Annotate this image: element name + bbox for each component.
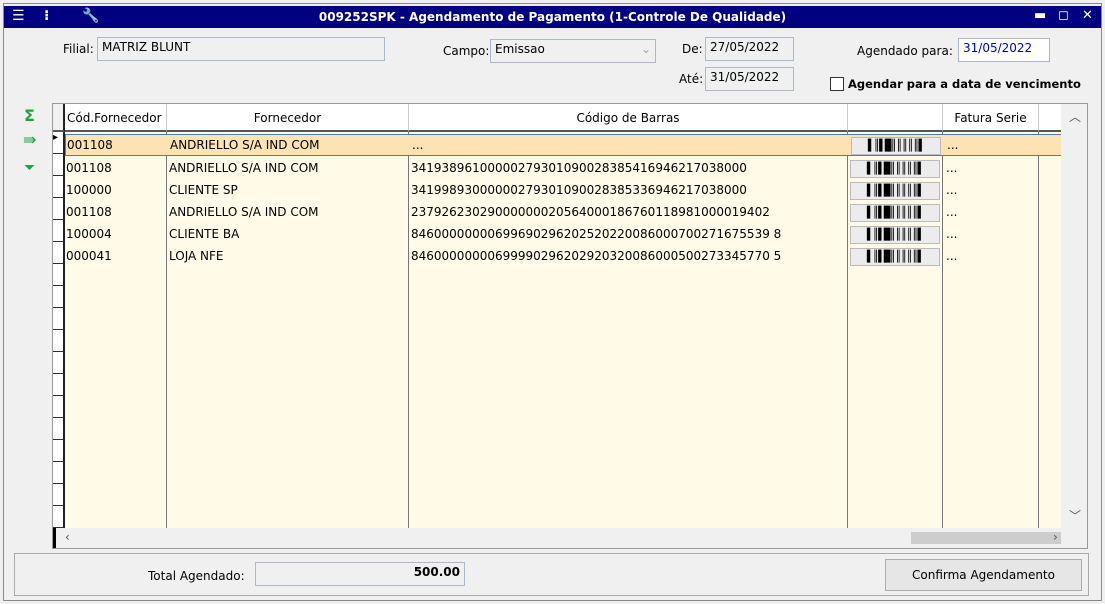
export-icon[interactable]: ⇛ [23,130,36,149]
cell-cod: 001108 [66,205,112,219]
vencimento-label: Agendar para a data de vencimento [848,77,1081,91]
cell-fatura: ... [947,138,959,152]
cell-fornecedor: ANDRIELLO S/A IND COM [169,205,319,219]
sum-icon[interactable]: Σ [24,106,35,125]
table-row[interactable]: 001108 ANDRIELLO S/A IND COM...... ▌║▌█║║║… [65,134,1063,156]
cell-barras: 8460000000069969029620252022008600070027… [411,227,782,241]
cell-fornecedor: ANDRIELLO S/A IND COM [170,138,320,152]
indicator-header [53,104,65,132]
cell-cod: 100004 [66,227,112,241]
ate-input[interactable]: 31/05/2022 [705,67,794,91]
row-indicator[interactable] [53,462,63,484]
confirm-button[interactable]: Confirma Agendamento [885,559,1082,591]
window-title: 009252SPK - Agendamento de Pagamento (1-… [318,10,787,24]
chevron-down-icon: ⌄ [640,42,651,56]
campo-value: Emissao [495,42,545,56]
cell-barras: 3419389610000027930109002838541694621703… [411,161,747,175]
filial-label: Filial: [63,42,94,56]
header-cod[interactable]: Cód.Fornecedor [65,104,167,132]
header-fornecedor[interactable]: Fornecedor [167,104,409,132]
cell-cod: 001108 [67,138,113,152]
data-grid: Cód.Fornecedor Fornecedor Código de Barr… [52,103,1088,549]
barcode-button[interactable]: ▌║▌█║║║║║▌ [850,226,940,244]
cell-fatura: ... [946,227,958,241]
scroll-thumb[interactable] [911,532,1061,544]
campo-label: Campo: [443,44,490,58]
row-indicator[interactable] [53,330,63,352]
cell-barras: ... [412,138,424,152]
row-indicator[interactable] [53,308,63,330]
cell-fornecedor: CLIENTE SP [169,183,238,197]
header-fatura[interactable]: Fatura Serie [943,104,1039,132]
header-barcode[interactable] [848,104,943,132]
barcode-button[interactable]: ▌║▌█║║║║║▌ [850,160,940,178]
row-indicator[interactable] [53,484,63,506]
close-button[interactable]: ✕ [1082,8,1093,23]
scroll-left-icon[interactable]: ‹ [65,530,70,544]
barcode-button[interactable]: ▌║▌█║║║║║▌ [850,182,940,200]
header-barras[interactable]: Código de Barras [409,104,848,132]
row-indicator[interactable] [53,506,63,528]
scroll-down-icon[interactable]: ﹀ [1069,507,1081,524]
vencimento-checkbox[interactable] [830,77,844,91]
cell-fatura: ... [946,161,958,175]
filter-icon[interactable]: ⏷ [24,160,35,176]
cell-barras: 2379262302900000002056400018676011898100… [411,205,770,219]
table-row[interactable]: 100000 CLIENTE SP 341998930000002793010900… [53,180,1063,202]
cell-fatura: ... [946,183,958,197]
barcode-button[interactable]: ▌║▌█║║║║║▌ [851,137,941,155]
de-input[interactable]: 27/05/2022 [705,37,794,61]
maximize-button[interactable]: ◻ [1058,8,1069,23]
scroll-up-icon[interactable]: ︿ [1069,108,1081,125]
minimize-button[interactable]: ▬ [1034,8,1046,23]
ate-label: Até: [679,72,704,86]
cell-fornecedor: CLIENTE BA [169,227,240,241]
row-indicator[interactable] [53,418,63,440]
campo-select[interactable]: Emissao ⌄ [490,39,656,63]
row-indicator[interactable] [53,286,63,308]
total-value: 500.00 [255,562,465,586]
cell-barras: 8460000000069999029620292032008600050027… [411,249,782,263]
cell-cod: 100000 [66,183,112,197]
filial-input[interactable]: MATRIZ BLUNT [97,37,385,61]
row-indicator[interactable] [53,396,63,418]
row-indicator[interactable] [53,374,63,396]
title-bar: ☰ ⁝ 🔧 009252SPK - Agendamento de Pagamen… [4,6,1101,28]
row-indicator[interactable] [53,440,63,462]
cell-fornecedor: LOJA NFE [169,249,224,263]
table-row[interactable]: 001108 ANDRIELLO S/A IND COM 2379262302900… [53,202,1063,224]
header-extra [1039,104,1063,132]
horizontal-scrollbar[interactable]: ‹ › [53,528,1087,548]
table-row[interactable]: 000041 LOJA NFE 84600000000699990296202920… [53,246,1063,268]
scroll-right-icon[interactable]: › [1053,530,1058,544]
de-label: De: [682,42,703,56]
barcode-button[interactable]: ▌║▌█║║║║║▌ [850,248,940,266]
cell-fatura: ... [946,249,958,263]
cell-fornecedor: ANDRIELLO S/A IND COM [169,161,319,175]
scroll-edge [53,528,56,548]
agendado-input[interactable]: 31/05/2022 [958,38,1050,62]
row-indicator[interactable] [53,352,63,374]
cell-cod: 000041 [66,249,112,263]
table-row[interactable]: 001108 ANDRIELLO S/A IND COM 3419389610000… [53,158,1063,180]
cell-fatura: ... [946,205,958,219]
vertical-scrollbar[interactable]: ︿ ﹀ [1061,104,1087,528]
cell-cod: 001108 [66,161,112,175]
total-label: Total Agendado: [148,569,245,583]
table-row[interactable]: 100004 CLIENTE BA 846000000006996902962025… [53,224,1063,246]
barcode-button[interactable]: ▌║▌█║║║║║▌ [850,204,940,222]
agendado-label: Agendado para: [857,44,953,58]
cell-barras: 3419989300000027930109002838533694621703… [411,183,747,197]
row-indicator[interactable]: ▸ [53,132,63,154]
